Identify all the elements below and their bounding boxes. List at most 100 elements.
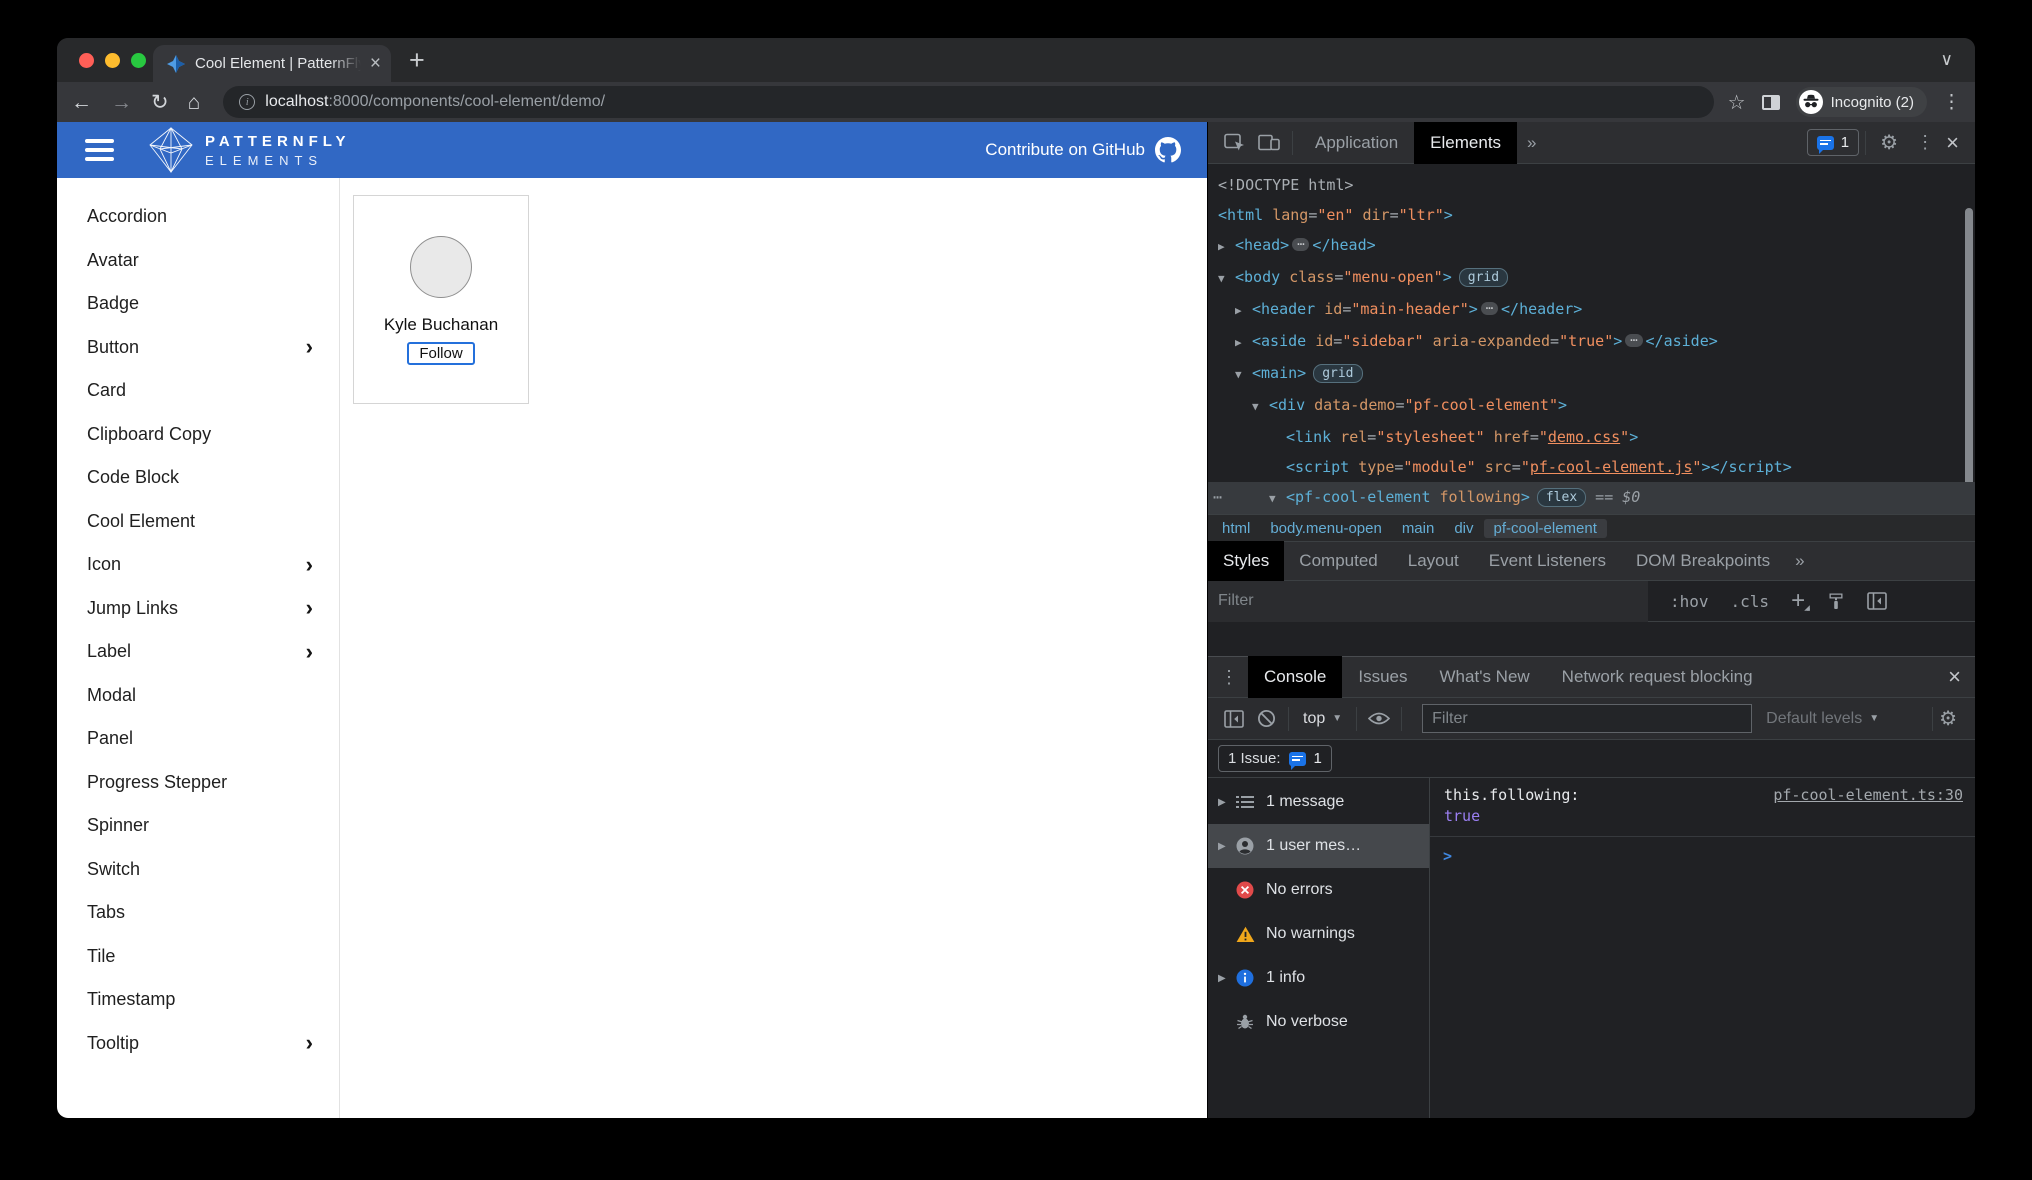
tab-styles[interactable]: Styles	[1208, 541, 1285, 581]
breadcrumb-pf-cool-element[interactable]: pf-cool-element	[1483, 518, 1607, 538]
expand-arrow-icon[interactable]: ▶	[1218, 232, 1235, 262]
live-expression-eye-icon[interactable]	[1363, 705, 1395, 733]
tree-row[interactable]: ▼ <main> grid	[1208, 358, 1975, 390]
address-bar[interactable]: i localhost:8000/components/cool-element…	[223, 86, 1714, 118]
clear-console-icon[interactable]	[1250, 705, 1282, 733]
minimize-window-button[interactable]	[105, 53, 120, 68]
follow-button[interactable]: Follow	[407, 342, 475, 365]
layout-badge[interactable]: grid	[1313, 364, 1363, 383]
drawer-menu-icon[interactable]: ⋮	[1208, 667, 1248, 688]
drawer-close-icon[interactable]: ×	[1934, 664, 1975, 690]
collapse-arrow-icon[interactable]: ▼	[1218, 264, 1235, 294]
issues-counter-button[interactable]: 1	[1806, 129, 1860, 156]
contribute-github-link[interactable]: Contribute on GitHub	[985, 137, 1181, 163]
sidebar-item-button[interactable]: Button ›	[57, 326, 339, 370]
expand-arrow-icon[interactable]: ▶	[1235, 296, 1252, 326]
inspect-element-icon[interactable]	[1218, 129, 1252, 157]
console-prompt-row[interactable]: >	[1430, 837, 1975, 865]
inline-expand-icon[interactable]: ⋯	[1625, 334, 1643, 347]
new-tab-button[interactable]: +	[409, 45, 425, 76]
tree-row[interactable]: ▶ <header id="main-header"> ⋯ </header>	[1208, 294, 1975, 326]
sidebar-item-tooltip[interactable]: Tooltip ›	[57, 1022, 339, 1066]
tab-computed[interactable]: Computed	[1284, 541, 1392, 581]
browser-menu-icon[interactable]: ⋮	[1942, 93, 1961, 112]
side-panel-icon[interactable]	[1761, 94, 1780, 110]
tab-event-listeners[interactable]: Event Listeners	[1474, 541, 1621, 581]
settings-gear-icon[interactable]: ⚙	[1872, 129, 1906, 157]
tree-row[interactable]: ▶ <aside id="sidebar" aria-expanded="true…	[1208, 326, 1975, 358]
tab-close-icon[interactable]: ×	[370, 54, 381, 73]
console-filter-no-errors[interactable]: No errors	[1208, 868, 1429, 912]
tab-layout[interactable]: Layout	[1393, 541, 1474, 581]
forward-button[interactable]: →	[111, 92, 132, 113]
sidebar-item-timestamp[interactable]: Timestamp	[57, 978, 339, 1022]
tree-row[interactable]: <!DOCTYPE html>	[1208, 170, 1975, 200]
tree-row-selected[interactable]: ⋯ ▼ <pf-cool-element following> flex == $0	[1208, 482, 1975, 514]
sidebar-item-modal[interactable]: Modal	[57, 674, 339, 718]
console-filter-1-info[interactable]: ▶ 1 info	[1208, 956, 1429, 1000]
console-message-row[interactable]: this.following: true pf-cool-element.ts:…	[1430, 778, 1975, 837]
devtools-menu-icon[interactable]: ⋮	[1906, 132, 1944, 153]
zoom-window-button[interactable]	[131, 53, 146, 68]
collapse-arrow-icon[interactable]: ▼	[1269, 484, 1286, 514]
collapse-arrow-icon[interactable]: ▼	[1252, 392, 1269, 422]
sidebar-item-progress-stepper[interactable]: Progress Stepper	[57, 761, 339, 805]
breadcrumb-main[interactable]: main	[1392, 519, 1445, 538]
tree-row[interactable]: <html lang="en" dir="ltr">	[1208, 200, 1975, 230]
patternfly-logo[interactable]: PATTERNFLY ELEMENTS	[148, 126, 351, 174]
home-button[interactable]: ⌂	[188, 92, 201, 113]
expand-arrow-icon[interactable]: ▶	[1235, 328, 1252, 358]
device-toolbar-icon[interactable]	[1252, 129, 1286, 157]
sidebar-item-panel[interactable]: Panel	[57, 717, 339, 761]
issue-pill-button[interactable]: 1 Issue: 1	[1218, 745, 1332, 772]
console-settings-gear-icon[interactable]: ⚙	[1939, 706, 1965, 731]
source-link[interactable]: pf-cool-element.ts:30	[1773, 785, 1963, 806]
tab-elements[interactable]: Elements	[1414, 121, 1518, 164]
sidebar-item-icon[interactable]: Icon ›	[57, 543, 339, 587]
tree-row[interactable]: ▼ <body class="menu-open"> grid	[1208, 262, 1975, 294]
tab-dom-breakpoints[interactable]: DOM Breakpoints	[1621, 541, 1785, 581]
sidebar-item-code-block[interactable]: Code Block	[57, 456, 339, 500]
sidebar-item-spinner[interactable]: Spinner	[57, 804, 339, 848]
hamburger-menu-icon[interactable]	[85, 139, 114, 161]
layout-badge[interactable]: flex	[1536, 488, 1587, 507]
class-toggle[interactable]: .cls	[1731, 592, 1770, 611]
tree-row[interactable]: <script type="module" src="pf-cool-eleme…	[1208, 452, 1975, 482]
sidebar-item-switch[interactable]: Switch	[57, 848, 339, 892]
bookmark-star-icon[interactable]: ☆	[1728, 90, 1746, 115]
close-window-button[interactable]	[79, 53, 94, 68]
console-filter-1-user-mes[interactable]: ▶ 1 user mes…	[1208, 824, 1429, 868]
tab-application[interactable]: Application	[1299, 122, 1414, 164]
pseudo-state-toggle[interactable]: :hov	[1670, 592, 1709, 611]
styles-more-tabs-icon[interactable]: »	[1785, 551, 1814, 571]
tab-network-request-blocking[interactable]: Network request blocking	[1546, 656, 1769, 698]
console-sidebar-toggle-icon[interactable]	[1218, 705, 1250, 733]
tab-issues[interactable]: Issues	[1342, 656, 1423, 698]
row-actions-ellipsis-icon[interactable]: ⋯	[1213, 482, 1222, 512]
sidebar-item-avatar[interactable]: Avatar	[57, 239, 339, 283]
sidebar-item-badge[interactable]: Badge	[57, 282, 339, 326]
breadcrumb-div[interactable]: div	[1444, 519, 1483, 538]
breadcrumb-html[interactable]: html	[1212, 519, 1260, 538]
sidebar-item-clipboard-copy[interactable]: Clipboard Copy	[57, 413, 339, 457]
tab-console[interactable]: Console	[1248, 656, 1343, 698]
tab-search-chevron-icon[interactable]: ∨	[1941, 50, 1953, 70]
styles-filter-input[interactable]	[1208, 580, 1648, 622]
sidebar-item-tabs[interactable]: Tabs	[57, 891, 339, 935]
sidebar-item-label[interactable]: Label ›	[57, 630, 339, 674]
inline-expand-icon[interactable]: ⋯	[1480, 302, 1499, 315]
sidebar-item-card[interactable]: Card	[57, 369, 339, 413]
paint-format-icon[interactable]	[1827, 592, 1845, 610]
breadcrumb-body-menu-open[interactable]: body.menu-open	[1260, 519, 1391, 538]
expand-arrow-icon[interactable]: ▶	[1218, 797, 1236, 808]
expand-arrow-icon[interactable]: ▶	[1218, 973, 1236, 984]
new-style-rule-button[interactable]: +	[1791, 589, 1805, 613]
tree-row[interactable]: ▼ <div data-demo="pf-cool-element">	[1208, 390, 1975, 422]
tree-row[interactable]: <link rel="stylesheet" href="demo.css">	[1208, 422, 1975, 452]
sidebar-item-tile[interactable]: Tile	[57, 935, 339, 979]
execution-context-selector[interactable]: top ▼	[1303, 710, 1342, 728]
sidebar-item-cool-element[interactable]: Cool Element	[57, 500, 339, 544]
back-button[interactable]: ←	[71, 92, 92, 113]
layout-badge[interactable]: grid	[1458, 268, 1509, 287]
console-filter-no-verbose[interactable]: No verbose	[1208, 1000, 1429, 1044]
